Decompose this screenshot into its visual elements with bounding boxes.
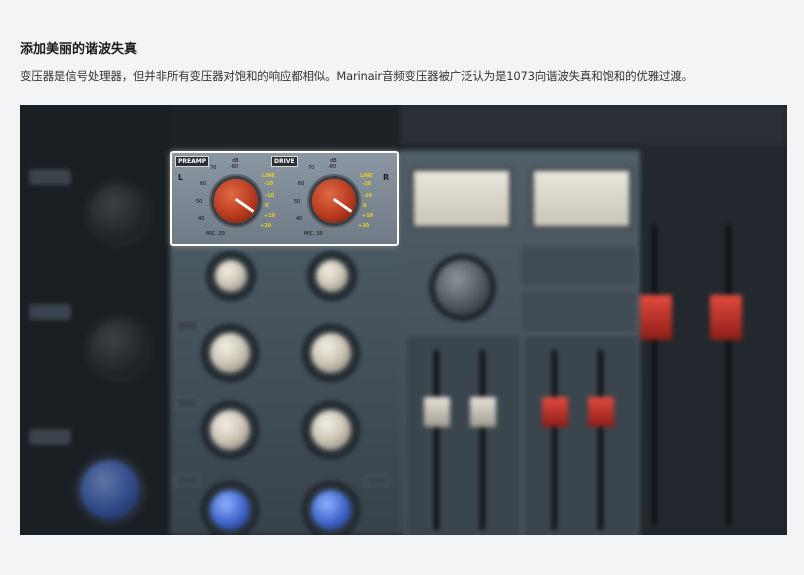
- scale-mark: MIC. 30: [304, 231, 323, 237]
- scale-mark: LINE: [262, 173, 275, 179]
- right-drive-knob: [312, 179, 356, 223]
- scale-mark: 50: [196, 199, 203, 205]
- fader-cap: [424, 397, 450, 427]
- scale-mark: -80: [328, 164, 337, 170]
- scale-mark: 40: [296, 216, 303, 222]
- scale-mark: +10: [264, 213, 276, 219]
- scale-mark: 40: [198, 216, 205, 222]
- scale-mark: 70: [308, 165, 315, 171]
- drive-label: DRIVE: [271, 156, 298, 167]
- scale-mark: -20: [264, 181, 274, 187]
- fader-cap: [470, 397, 496, 427]
- scale-mark: MIC. 30: [206, 231, 225, 237]
- scale-mark: 60: [298, 181, 305, 187]
- fader-cap: [588, 397, 614, 427]
- preamp-drive-highlight: PREAMP DRIVE L R 70 60 50 40 MIC. 30 dB …: [170, 151, 399, 246]
- preamp-label: PREAMP: [175, 156, 210, 167]
- scale-mark: 70: [210, 165, 217, 171]
- scale-mark: +10: [362, 213, 374, 219]
- scale-mark: -10: [265, 193, 275, 199]
- scale-mark: 0: [363, 203, 367, 209]
- right-channel-label: R: [383, 173, 390, 182]
- scale-mark: -10: [363, 193, 373, 199]
- left-drive-knob: [214, 179, 258, 223]
- scale-mark: 50: [294, 199, 301, 205]
- console-background: [20, 105, 787, 535]
- scale-mark: 60: [200, 181, 207, 187]
- scale-mark: LINE: [360, 173, 373, 179]
- article-title: 添加美丽的谐波失真: [20, 42, 138, 57]
- blurred-knob: [80, 460, 140, 520]
- console-image: PREAMP DRIVE L R 70 60 50 40 MIC. 30 dB …: [20, 105, 787, 535]
- fader-cap: [542, 397, 568, 427]
- article-description: 变压器是信号处理器，但并非所有变压器对饱和的响应都相似。Marinair音频变压…: [20, 69, 693, 83]
- scale-mark: -80: [230, 164, 239, 170]
- scale-mark: +20: [358, 223, 370, 229]
- blurred-knob: [90, 185, 146, 241]
- blurred-knob: [90, 320, 146, 376]
- scale-mark: +20: [260, 223, 272, 229]
- scale-mark: 0: [265, 203, 269, 209]
- scale-mark: -20: [362, 181, 372, 187]
- left-channel-label: L: [178, 173, 184, 182]
